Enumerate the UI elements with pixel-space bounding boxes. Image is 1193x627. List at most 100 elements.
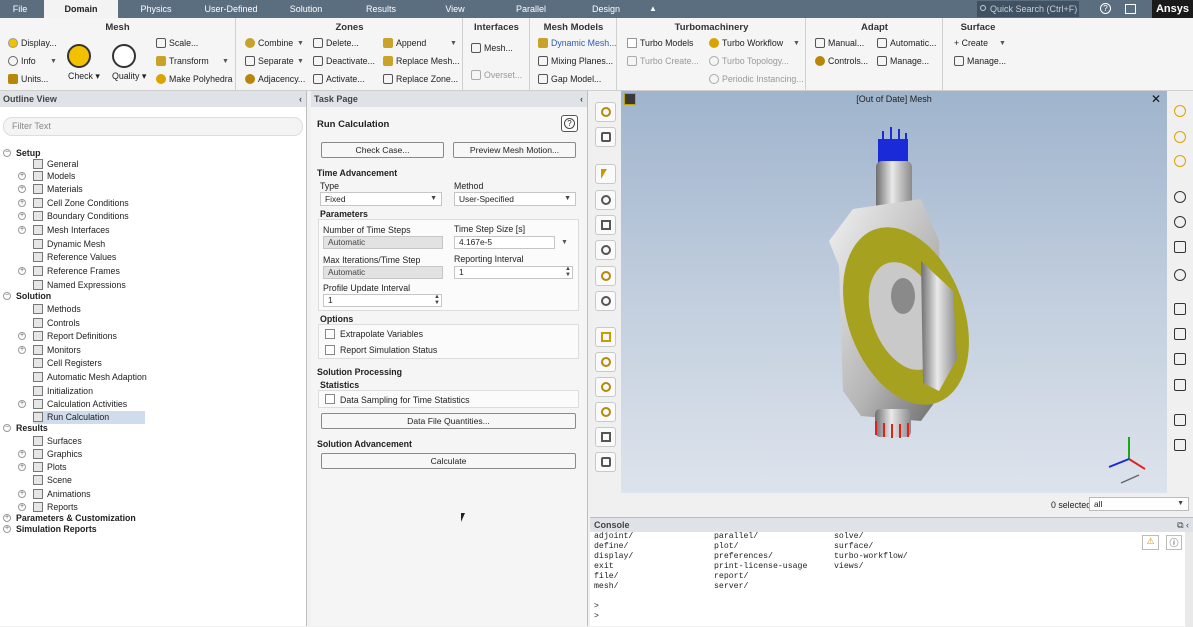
expand-toggle-icon[interactable]: + xyxy=(18,185,26,193)
adapt-controls-button[interactable]: Controls... xyxy=(815,54,868,68)
tree-item[interactable]: Solution xyxy=(16,290,51,303)
turbo-topology-button[interactable]: Turbo Topology... xyxy=(709,54,789,68)
expand-toggle-icon[interactable]: + xyxy=(18,503,26,511)
isometric-view-button[interactable] xyxy=(1170,101,1190,121)
check-case-button[interactable]: Check Case... xyxy=(321,142,444,158)
list-button[interactable] xyxy=(1170,375,1190,395)
activate-button[interactable]: Activate... xyxy=(313,72,365,86)
type-select[interactable]: Fixed ▼ xyxy=(320,192,442,206)
info-button[interactable]: Info xyxy=(8,54,36,68)
book-icon[interactable] xyxy=(1125,4,1136,14)
tree-item[interactable]: Scene xyxy=(33,474,72,487)
help-button[interactable]: ? xyxy=(561,115,578,132)
expand-toggle-icon[interactable]: + xyxy=(18,267,26,275)
tree-item[interactable]: Models xyxy=(33,170,75,183)
dynamic-mesh-button[interactable]: Dynamic Mesh... xyxy=(538,36,617,50)
expand-toggle-icon[interactable]: + xyxy=(3,525,11,533)
orient-view-button[interactable] xyxy=(595,127,616,147)
tree-item[interactable]: Simulation Reports xyxy=(16,523,97,536)
expand-toggle-icon[interactable]: + xyxy=(18,346,26,354)
expand-toggle-icon[interactable]: + xyxy=(18,450,26,458)
interface-mesh-button[interactable]: Mesh... xyxy=(471,41,513,55)
tree-item[interactable]: Controls xyxy=(33,317,80,330)
max-iterations-field[interactable]: Automatic xyxy=(323,266,443,279)
zoom-in-button[interactable] xyxy=(595,352,616,372)
tab-results[interactable]: Results xyxy=(346,0,416,18)
display-options-button[interactable] xyxy=(595,102,616,122)
tree-item[interactable]: Methods xyxy=(33,303,81,316)
chevron-down-icon[interactable]: ▼ xyxy=(222,58,229,65)
time-step-size-field[interactable]: 4.167e-5 xyxy=(454,236,555,249)
expand-toggle-icon[interactable]: + xyxy=(18,226,26,234)
console-prompt[interactable]: > xyxy=(594,612,599,622)
zoom-box-button[interactable] xyxy=(595,266,616,286)
adjacency-button[interactable]: Adjacency... xyxy=(245,72,305,86)
transform-button[interactable]: Transform xyxy=(156,54,209,68)
tree-item[interactable]: Boundary Conditions xyxy=(33,210,129,223)
expand-toggle-icon[interactable]: − xyxy=(3,149,11,157)
tab-parallel[interactable]: Parallel xyxy=(494,0,568,18)
data-sampling-checkbox[interactable] xyxy=(325,394,335,404)
copy-button[interactable] xyxy=(1170,410,1190,430)
chevron-down-icon[interactable]: ▼ xyxy=(450,40,457,47)
tree-item[interactable]: Dynamic Mesh xyxy=(33,238,105,251)
quality-button[interactable]: Quality ▾ xyxy=(112,69,146,83)
overset-button[interactable]: Overset... xyxy=(471,68,522,82)
maximize-icon[interactable]: ⧉ ‹ xyxy=(1177,518,1189,532)
axes-button[interactable] xyxy=(595,427,616,447)
tab-domain[interactable]: Domain xyxy=(44,0,118,18)
plot-button[interactable] xyxy=(1170,299,1190,319)
expand-toggle-icon[interactable]: + xyxy=(18,490,26,498)
collapse-icon[interactable]: ‹ xyxy=(580,91,583,107)
visibility-button[interactable] xyxy=(1170,187,1190,207)
ruler-button[interactable] xyxy=(1170,324,1190,344)
turbo-workflow-button[interactable]: Turbo Workflow xyxy=(709,36,783,50)
expand-toggle-icon[interactable]: + xyxy=(18,199,26,207)
spinner-icon[interactable]: ▲ ▼ xyxy=(565,266,571,278)
zoom-button[interactable] xyxy=(595,240,616,260)
surface-create-button[interactable]: + Create xyxy=(954,36,988,50)
reporting-interval-field[interactable]: 1 ▲ ▼ xyxy=(454,266,573,279)
profile-update-field[interactable]: 1 ▲ ▼ xyxy=(323,294,442,307)
pan-button[interactable] xyxy=(595,215,616,235)
tree-item[interactable]: Monitors xyxy=(33,344,81,357)
delete-button[interactable]: Delete... xyxy=(313,36,359,50)
selection-filter-select[interactable]: all ▼ xyxy=(1089,497,1189,511)
tree-item[interactable]: Mesh Interfaces xyxy=(33,224,110,237)
replace-mesh-button[interactable]: Replace Mesh... xyxy=(383,54,460,68)
tree-item[interactable]: Cell Registers xyxy=(33,357,102,370)
console-scrollbar[interactable] xyxy=(1185,532,1193,627)
expand-toggle-icon[interactable]: + xyxy=(18,212,26,220)
expand-toggle-icon[interactable]: − xyxy=(3,292,11,300)
adapt-automatic-button[interactable]: Automatic... xyxy=(877,36,936,50)
calculate-button[interactable]: Calculate xyxy=(321,453,576,469)
tab-design[interactable]: Design xyxy=(574,0,638,18)
report-button[interactable] xyxy=(1170,349,1190,369)
probe-button[interactable] xyxy=(595,291,616,311)
tree-item[interactable]: Cell Zone Conditions xyxy=(33,197,129,210)
check-button[interactable]: Check ▾ xyxy=(68,69,100,83)
display-button[interactable]: Display... xyxy=(8,36,57,50)
tree-item[interactable]: Reference Values xyxy=(33,251,116,264)
surface-manage-button[interactable]: Manage... xyxy=(954,54,1006,68)
scale-button[interactable]: Scale... xyxy=(156,36,198,50)
select-button[interactable] xyxy=(595,164,616,184)
expand-toggle-icon[interactable]: + xyxy=(18,400,26,408)
tree-item[interactable]: Run Calculation xyxy=(33,411,145,424)
tree-item[interactable]: Automatic Mesh Adaption xyxy=(33,371,147,384)
num-time-steps-field[interactable]: Automatic xyxy=(323,236,443,249)
tab-file[interactable]: File xyxy=(0,0,40,18)
append-button[interactable]: Append xyxy=(383,36,426,50)
chevron-down-icon[interactable]: ▼ xyxy=(999,40,1006,47)
mixing-planes-button[interactable]: Mixing Planes... xyxy=(538,54,613,68)
turbo-create-button[interactable]: Turbo Create... xyxy=(627,54,699,68)
chevron-down-icon[interactable]: ▼ xyxy=(50,58,57,65)
collapse-icon[interactable]: ‹ xyxy=(299,91,302,107)
spinner-icon[interactable]: ▲ ▼ xyxy=(434,294,440,306)
hide-button[interactable] xyxy=(1170,212,1190,232)
zoom-out-button[interactable] xyxy=(595,377,616,397)
expand-toggle-icon[interactable]: + xyxy=(3,514,11,522)
warning-icon[interactable]: ⚠ xyxy=(1142,535,1159,550)
tree-item[interactable]: Report Definitions xyxy=(33,330,117,343)
camera-button[interactable] xyxy=(595,452,616,472)
